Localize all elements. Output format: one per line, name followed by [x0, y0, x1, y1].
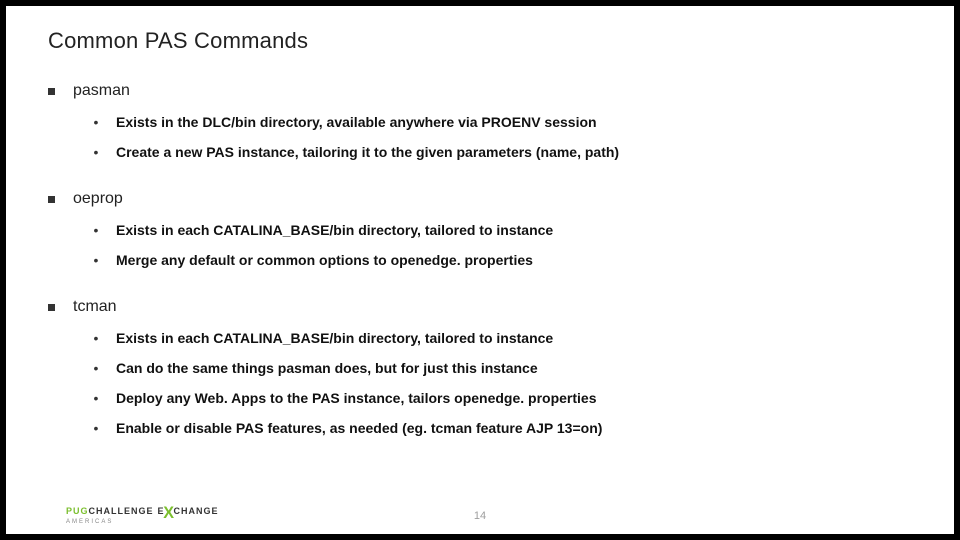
list-item: • Exists in each CATALINA_BASE/bin direc… [92, 222, 914, 238]
dot-bullet-icon: • [92, 391, 100, 405]
item-text: Create a new PAS instance, tailoring it … [116, 144, 619, 160]
list-item: • Create a new PAS instance, tailoring i… [92, 144, 914, 160]
item-text: Can do the same things pasman does, but … [116, 360, 538, 376]
list-item: • Deploy any Web. Apps to the PAS instan… [92, 390, 914, 406]
section-title: tcman [73, 298, 117, 316]
dot-bullet-icon: • [92, 223, 100, 237]
item-text: Exists in the DLC/bin directory, availab… [116, 114, 597, 130]
section-title: oeprop [73, 190, 123, 208]
item-text: Enable or disable PAS features, as neede… [116, 420, 602, 436]
list-item: • Merge any default or common options to… [92, 252, 914, 268]
square-bullet-icon [48, 88, 55, 95]
section-pasman: pasman • Exists in the DLC/bin directory… [48, 82, 914, 160]
dot-bullet-icon: • [92, 115, 100, 129]
slide-title: Common PAS Commands [48, 28, 308, 54]
dot-bullet-icon: • [92, 331, 100, 345]
item-text: Exists in each CATALINA_BASE/bin directo… [116, 222, 553, 238]
item-text: Merge any default or common options to o… [116, 252, 533, 268]
dot-bullet-icon: • [92, 145, 100, 159]
list-item: • Exists in each CATALINA_BASE/bin direc… [92, 330, 914, 346]
list-item: • Can do the same things pasman does, bu… [92, 360, 914, 376]
dot-bullet-icon: • [92, 361, 100, 375]
section-heading: pasman [48, 82, 914, 100]
section-heading: tcman [48, 298, 914, 316]
list-item: • Enable or disable PAS features, as nee… [92, 420, 914, 436]
item-text: Deploy any Web. Apps to the PAS instance… [116, 390, 597, 406]
slide-content: pasman • Exists in the DLC/bin directory… [48, 82, 914, 466]
square-bullet-icon [48, 196, 55, 203]
section-tcman: tcman • Exists in each CATALINA_BASE/bin… [48, 298, 914, 436]
square-bullet-icon [48, 304, 55, 311]
slide: Common PAS Commands pasman • Exists in t… [6, 6, 954, 534]
dot-bullet-icon: • [92, 253, 100, 267]
section-oeprop: oeprop • Exists in each CATALINA_BASE/bi… [48, 190, 914, 268]
section-title: pasman [73, 82, 130, 100]
page-number: 14 [6, 510, 954, 522]
list-item: • Exists in the DLC/bin directory, avail… [92, 114, 914, 130]
section-heading: oeprop [48, 190, 914, 208]
dot-bullet-icon: • [92, 421, 100, 435]
item-text: Exists in each CATALINA_BASE/bin directo… [116, 330, 553, 346]
